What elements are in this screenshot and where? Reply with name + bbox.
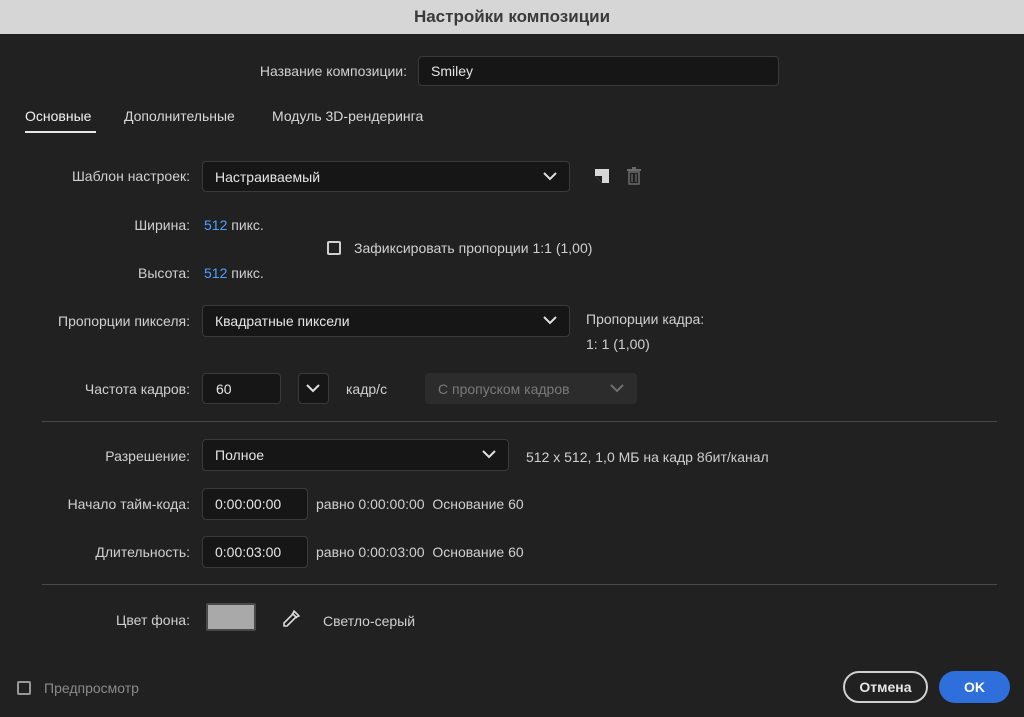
tab-advanced[interactable]: Дополнительные xyxy=(124,108,235,124)
comp-name-input[interactable]: Smiley xyxy=(418,56,779,86)
chevron-down-icon xyxy=(482,450,496,459)
width-field[interactable]: 512 пикс. xyxy=(204,217,264,233)
pixel-aspect-dropdown[interactable]: Квадратные пиксели xyxy=(202,305,570,337)
frame-aspect-value: 1: 1 (1,00) xyxy=(586,336,650,352)
title-bar: Настройки композиции xyxy=(0,0,1024,34)
preset-label: Шаблон настроек: xyxy=(71,168,190,184)
timecode-start-label: Начало тайм-кода: xyxy=(67,496,190,512)
resolution-label: Разрешение: xyxy=(105,448,190,464)
duration-value: 0:00:03:00 xyxy=(215,544,282,560)
chevron-down-icon xyxy=(543,171,557,181)
comp-name-label: Название композиции: xyxy=(259,63,407,79)
ok-button[interactable]: OK xyxy=(939,671,1010,703)
cancel-button[interactable]: Отмена xyxy=(843,671,928,703)
pixel-aspect-value: Квадратные пиксели xyxy=(215,313,350,329)
duration-input[interactable]: 0:00:03:00 xyxy=(202,536,308,568)
frame-rate-value: 60 xyxy=(216,380,232,397)
height-value[interactable]: 512 xyxy=(204,265,227,281)
chevron-down-icon xyxy=(543,316,557,325)
chevron-down-icon xyxy=(610,383,624,393)
resolution-value: Полное xyxy=(215,447,265,463)
lock-aspect-label: Зафиксировать пропорции 1:1 (1,00) xyxy=(354,240,593,256)
divider xyxy=(42,421,997,422)
width-unit: пикс. xyxy=(231,217,264,233)
preset-value: Настраиваемый xyxy=(215,168,321,185)
frame-rate-dropdown[interactable] xyxy=(298,373,329,404)
window-title: Настройки композиции xyxy=(413,7,611,26)
resolution-dropdown[interactable]: Полное xyxy=(202,439,509,471)
frame-rate-input[interactable]: 60 xyxy=(202,373,281,404)
chevron-down-icon xyxy=(306,383,320,393)
frame-rate-label: Частота кадров: xyxy=(84,381,190,397)
comp-name-value: Smiley xyxy=(431,63,474,79)
active-tab-indicator xyxy=(25,131,96,133)
tab-3d-renderer[interactable]: Модуль 3D-рендеринга xyxy=(272,108,423,124)
preview-checkbox[interactable] xyxy=(17,681,31,695)
duration-info: равно 0:00:03:00 Основание 60 xyxy=(316,544,524,560)
eyedropper-icon[interactable] xyxy=(281,609,301,632)
drop-frame-dropdown: С пропуском кадров xyxy=(425,373,637,404)
frame-rate-unit: кадр/с xyxy=(346,381,388,397)
preview-label: Предпросмотр xyxy=(44,680,139,696)
pixel-aspect-label: Пропорции пикселя: xyxy=(58,313,190,329)
background-color-label: Цвет фона: xyxy=(116,612,190,628)
timecode-start-value: 0:00:00:00 xyxy=(215,496,282,512)
background-color-name: Светло-серый xyxy=(323,613,416,629)
preset-dropdown[interactable]: Настраиваемый xyxy=(202,161,570,192)
timecode-start-input[interactable]: 0:00:00:00 xyxy=(202,488,308,520)
drop-frame-value: С пропуском кадров xyxy=(438,380,570,397)
trash-icon[interactable] xyxy=(626,167,642,188)
divider xyxy=(42,584,997,585)
lock-aspect-checkbox[interactable] xyxy=(327,241,341,255)
save-preset-icon[interactable] xyxy=(593,167,611,188)
duration-label: Длительность: xyxy=(95,544,190,560)
width-value[interactable]: 512 xyxy=(204,217,227,233)
width-label: Ширина: xyxy=(134,217,190,233)
height-label: Высота: xyxy=(138,265,190,281)
height-field[interactable]: 512 пикс. xyxy=(204,265,264,281)
background-color-swatch[interactable] xyxy=(206,603,256,631)
frame-aspect-label: Пропорции кадра: xyxy=(586,311,705,327)
resolution-info: 512 x 512, 1,0 МБ на кадр 8бит/канал xyxy=(526,449,769,465)
tab-basic[interactable]: Основные xyxy=(25,108,91,124)
timecode-start-info: равно 0:00:00:00 Основание 60 xyxy=(316,496,524,512)
height-unit: пикс. xyxy=(231,265,264,281)
